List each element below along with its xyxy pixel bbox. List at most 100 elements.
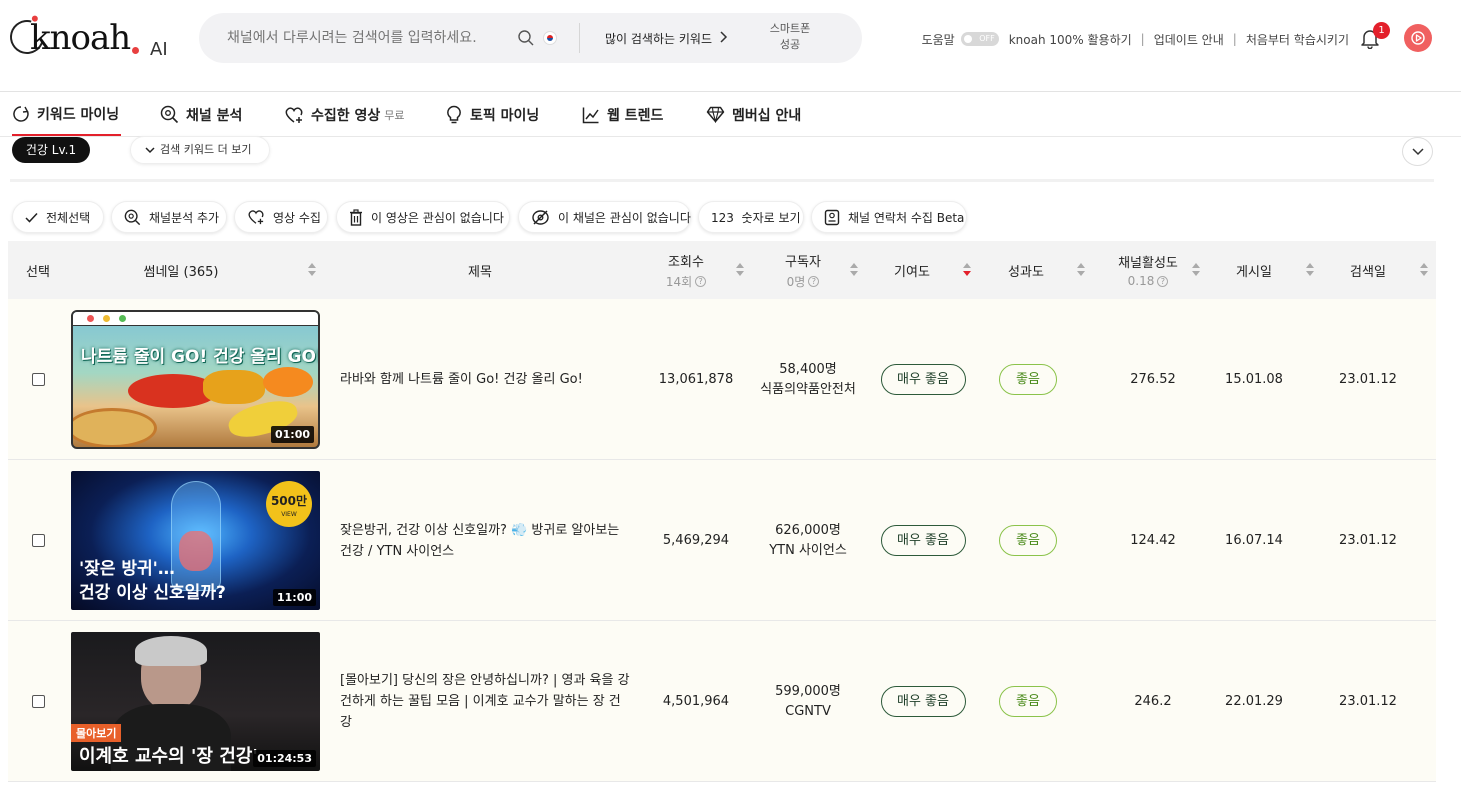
add-channel-analysis-button[interactable]: 채널분석 추가 xyxy=(111,201,227,233)
tutorial-link[interactable]: 처음부터 학습시키기 xyxy=(1246,31,1349,48)
sort-icon[interactable] xyxy=(1192,263,1200,277)
tab-collected-videos[interactable]: 수집한 영상 무료 xyxy=(284,93,405,136)
search-bar: 많이 검색하는 키워드 스마트폰 성공 xyxy=(199,13,862,63)
subscribers-value: 599,000명 xyxy=(775,683,841,699)
row-checkbox[interactable] xyxy=(32,373,45,386)
table-header: 선택 썸네일 (365) 제목 조회수 14회? 구독자 0명? 기여도 성과도… xyxy=(8,241,1436,299)
performance-cell: 좋음 xyxy=(993,460,1063,621)
search-icon[interactable] xyxy=(517,29,535,47)
search-input[interactable] xyxy=(227,13,507,63)
searched-date: 23.01.12 xyxy=(1339,694,1397,709)
sort-icon[interactable] xyxy=(308,263,316,277)
tab-membership[interactable]: 멤버십 안내 xyxy=(706,93,801,136)
table-row[interactable]: 몰아보기 이계호 교수의 '장 건강' 01:24:53 [몰아보기] 당신의 … xyxy=(8,621,1436,782)
view-as-numbers-button[interactable]: 123 숫자로 보기 xyxy=(698,201,804,233)
expand-button[interactable] xyxy=(1402,137,1433,166)
video-duration: 11:00 xyxy=(272,589,316,606)
row-checkbox[interactable] xyxy=(32,695,45,708)
sort-icon[interactable] xyxy=(1077,263,1085,277)
tab-web-trend[interactable]: 웹 트렌드 xyxy=(582,93,663,136)
column-title: 채널활성도 xyxy=(1118,256,1178,271)
not-interested-video-button[interactable]: 이 영상은 관심이 없습니다 xyxy=(336,201,510,233)
video-thumbnail[interactable]: 몰아보기 이계호 교수의 '장 건강' 01:24:53 xyxy=(71,632,320,771)
tab-label: 채널 분석 xyxy=(186,107,243,124)
col-contribution[interactable]: 기여도 xyxy=(872,241,952,299)
collect-video-button[interactable]: 영상 수집 xyxy=(234,201,328,233)
tab-channel-analysis[interactable]: 채널 분석 xyxy=(160,93,242,136)
tab-label: 멤버십 안내 xyxy=(732,107,802,124)
thumbnail-tag: 몰아보기 xyxy=(71,724,122,742)
col-posted[interactable]: 게시일 xyxy=(1214,241,1294,299)
guide-link[interactable]: knoah 100% 활용하기 xyxy=(1009,31,1132,48)
updates-link[interactable]: 업데이트 안내 xyxy=(1154,31,1224,48)
video-thumbnail[interactable]: 500만 VIEW '잦은 방귀'… 건강 이상 신호일까? 11:00 xyxy=(71,471,320,610)
action-label: 채널분석 추가 xyxy=(149,210,220,225)
subscribers-cell: 599,000명 CGNTV xyxy=(753,621,863,782)
col-title: 제목 xyxy=(340,241,620,299)
channel-name[interactable]: YTN 사이언스 xyxy=(769,541,847,561)
channel-name[interactable]: CGNTV xyxy=(785,702,831,722)
channel-analysis-icon xyxy=(160,105,186,124)
sort-desc-icon[interactable] xyxy=(963,263,971,277)
sort-icon[interactable] xyxy=(850,263,858,277)
sort-icon[interactable] xyxy=(1420,263,1428,277)
tab-keyword-mining[interactable]: 키워드 마이닝 xyxy=(12,93,121,136)
channel-name[interactable]: 식품의약품안전처 xyxy=(760,380,856,400)
column-title: 게시일 xyxy=(1236,264,1272,280)
rolling-keyword[interactable]: 스마트폰 성공 xyxy=(765,21,815,55)
link-separator: | xyxy=(1232,32,1237,46)
col-subscribers[interactable]: 구독자 0명? xyxy=(753,241,853,299)
tab-label: 키워드 마이닝 xyxy=(37,106,120,123)
video-title[interactable]: 라바와 함께 나트륨 줄이 Go! 건강 올리 Go! xyxy=(340,299,630,460)
searched-date: 23.01.12 xyxy=(1339,372,1397,387)
speaker-illustration xyxy=(135,636,207,666)
col-select: 선택 xyxy=(8,241,68,299)
subscribers-value: 58,400명 xyxy=(779,361,837,377)
column-title: 검색일 xyxy=(1350,264,1386,280)
col-searched[interactable]: 검색일 xyxy=(1328,241,1408,299)
help-toggle[interactable]: OFF xyxy=(960,32,999,46)
help-icon[interactable]: ? xyxy=(695,275,707,287)
contribution-cell: 매우 좋음 xyxy=(868,299,978,460)
heart-plus-icon xyxy=(284,106,311,124)
eye-off-icon xyxy=(531,209,558,226)
tab-topic-mining[interactable]: 토픽 마이닝 xyxy=(445,93,539,136)
column-title: 기여도 xyxy=(894,264,930,280)
col-performance[interactable]: 성과도 xyxy=(986,241,1066,299)
search-divider xyxy=(579,23,580,53)
col-activity[interactable]: 채널활성도 0.18? xyxy=(1098,241,1198,299)
thumbnail-caption: '잦은 방귀'… 건강 이상 신호일까? xyxy=(79,557,226,605)
keyword-tag[interactable]: 건강 Lv.1 xyxy=(12,137,90,163)
popular-keywords-link[interactable]: 많이 검색하는 키워드 xyxy=(605,30,712,47)
row-checkbox[interactable] xyxy=(32,534,45,547)
chevron-right-icon[interactable] xyxy=(719,30,729,44)
heart-plus-icon xyxy=(247,209,273,225)
not-interested-channel-button[interactable]: 이 채널은 관심이 없습니다 xyxy=(518,201,691,233)
video-thumbnail[interactable]: 나트륨 줄이 GO! 건강 올리 GO! 01:00 xyxy=(71,310,320,449)
main-nav: 키워드 마이닝 채널 분석 수집한 영상 무료 토픽 마이닝 웹 트렌드 멤버십… xyxy=(0,93,1461,137)
subscribers-cell: 58,400명 식품의약품안전처 xyxy=(753,299,863,460)
sort-icon[interactable] xyxy=(1306,263,1314,277)
select-all-button[interactable]: 전체선택 xyxy=(12,201,104,233)
performance-badge: 좋음 xyxy=(999,364,1057,395)
logo-suffix: AI xyxy=(150,39,168,60)
video-title[interactable]: [몰아보기] 당신의 장은 안녕하십니까? | 영과 육을 강건하게 하는 꿀팁… xyxy=(340,621,630,782)
more-keywords-button[interactable]: 검색 키워드 더 보기 xyxy=(130,136,270,164)
col-views[interactable]: 조회수 14회? xyxy=(638,241,734,299)
column-subtitle: 0명? xyxy=(787,273,820,290)
notification-badge: 1 xyxy=(1373,22,1390,39)
sort-icon[interactable] xyxy=(736,263,744,277)
help-icon[interactable]: ? xyxy=(1157,275,1169,287)
help-icon[interactable]: ? xyxy=(808,275,820,287)
table-row[interactable]: 나트륨 줄이 GO! 건강 올리 GO! 01:00 라바와 함께 나트륨 줄이… xyxy=(8,299,1436,460)
collect-channel-contact-button[interactable]: 채널 연락처 수집 Beta xyxy=(811,201,967,233)
knoah-logo[interactable]: knoah AI xyxy=(3,13,185,66)
table-row[interactable]: 500만 VIEW '잦은 방귀'… 건강 이상 신호일까? 11:00 잦은방… xyxy=(8,460,1436,621)
korea-flag-icon[interactable] xyxy=(543,31,557,45)
window-bar xyxy=(73,312,318,326)
action-label: 123 숫자로 보기 xyxy=(711,210,801,225)
col-thumbnail[interactable]: 썸네일 (365) xyxy=(71,241,291,299)
video-title[interactable]: 잦은방귀, 건강 이상 신호일까? 💨 방귀로 알아보는 건강 / YTN 사이… xyxy=(340,460,630,621)
action-label: 영상 수집 xyxy=(273,210,321,225)
profile-button[interactable] xyxy=(1404,24,1432,52)
